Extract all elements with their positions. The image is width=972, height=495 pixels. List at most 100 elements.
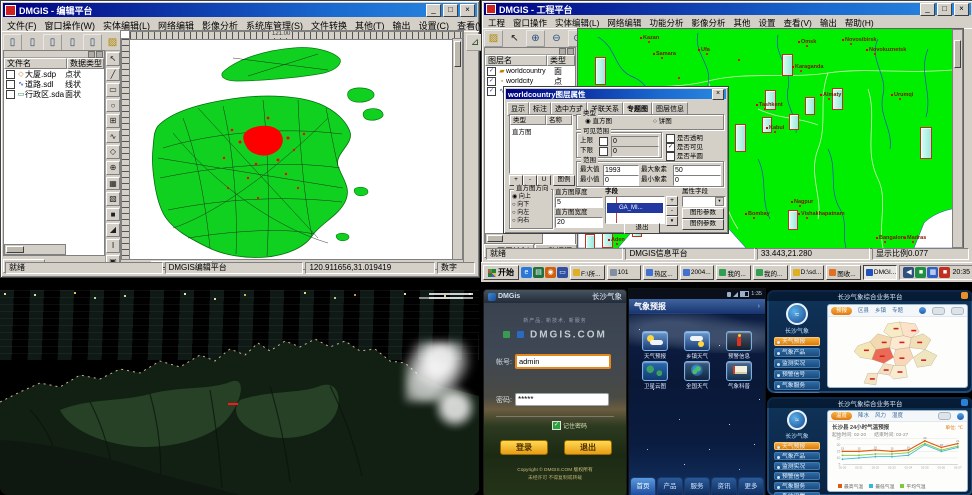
legend-button[interactable]: 图例 <box>553 175 575 186</box>
layer-control[interactable] <box>951 307 964 315</box>
hatch-icon[interactable]: ▧ <box>106 192 120 206</box>
dialog-title-bar[interactable]: worldcountry图层属性 × <box>506 89 726 99</box>
menu-item[interactable]: 设置 <box>754 17 779 29</box>
app-weather-forecast[interactable]: 天气预报 <box>637 331 673 360</box>
app-warning-info[interactable]: 预警信息 <box>721 331 757 360</box>
field-selected-row[interactable]: GA_MI... <box>607 203 663 213</box>
legend-params-button[interactable]: 图例参数 <box>682 219 724 230</box>
app-town-weather[interactable]: 乡镇天气 <box>679 331 715 360</box>
select-arrow-icon[interactable]: ↖ <box>106 52 120 66</box>
terrain-3d-view[interactable] <box>0 290 479 495</box>
locate-button[interactable] <box>919 307 926 314</box>
close-file-icon[interactable]: ▯ <box>43 34 62 51</box>
visible-option[interactable]: ✓ 是否可见 <box>666 143 703 152</box>
import-file-icon[interactable]: ▯ <box>63 34 82 51</box>
taskbar-button[interactable]: 图收... <box>826 265 861 280</box>
min-input[interactable] <box>603 175 639 186</box>
taskbar-button[interactable]: 我的... <box>716 265 751 280</box>
sidebar-item-warning[interactable]: 预警信号 <box>774 472 820 480</box>
panel-close-icon[interactable] <box>96 51 103 58</box>
list-row-histogram[interactable]: 直方图 <box>510 125 572 137</box>
file-row[interactable]: ◇ 大厦.sdp 点状 <box>4 69 104 79</box>
taskbar-button-active[interactable]: DMGI... <box>863 265 898 280</box>
minimize-button[interactable]: _ <box>426 4 441 17</box>
fill-area-icon[interactable]: ▦ <box>106 177 120 191</box>
sidebar-item-warning[interactable]: 预警信号 <box>774 370 820 379</box>
taskbar-button[interactable]: D:\sd... <box>790 265 825 280</box>
maximize-button[interactable]: □ <box>443 4 458 17</box>
input-method-icon[interactable]: ■ <box>939 267 950 278</box>
checkbox-icon[interactable] <box>6 70 15 79</box>
map-vscrollbar[interactable] <box>452 38 463 260</box>
solid-icon[interactable]: ■ <box>106 208 120 222</box>
map-view-shanghai[interactable]: 121.00 <box>120 30 464 261</box>
tab-active[interactable]: 预报 <box>831 307 852 315</box>
minpx-input[interactable] <box>673 175 721 186</box>
mail-icon[interactable]: ▭ <box>557 267 568 278</box>
settings-icon[interactable] <box>961 292 968 299</box>
menu-item[interactable]: 文件(F) <box>3 19 41 32</box>
desktop-icon[interactable]: ▤ <box>533 267 544 278</box>
menu-item[interactable]: 工程 <box>484 17 509 29</box>
tab[interactable]: 专题 <box>892 307 903 315</box>
temperature-line-chart[interactable]: 51015202502-2002-2102-2202-2302-2402-250… <box>832 433 962 475</box>
zoom-out-icon[interactable]: ⊖ <box>547 30 566 47</box>
nav-home[interactable]: 首页 <box>630 477 656 495</box>
sidebar-item-observation[interactable]: 监测实况 <box>774 359 820 368</box>
thickness-input[interactable] <box>555 197 603 208</box>
wedge-icon[interactable]: ◢ <box>106 223 120 237</box>
menu-item[interactable]: 影像分析 <box>687 17 729 29</box>
menu-item[interactable]: 查看(V) <box>780 17 816 29</box>
title-bar[interactable]: DMGIS - 编辑平台 _ □ × <box>3 3 477 17</box>
text-tool-icon[interactable]: Ⅰ <box>106 239 120 253</box>
column-layername[interactable]: 图层名 <box>485 55 547 66</box>
upper-checkbox[interactable] <box>599 137 608 146</box>
login-button[interactable]: 登录 <box>500 440 548 455</box>
menu-item[interactable]: 窗口操作 <box>509 17 551 29</box>
refresh-button[interactable] <box>957 413 964 420</box>
new-file-icon[interactable]: ▯ <box>3 34 22 51</box>
radio-pie[interactable]: ○ 饼图 <box>653 118 672 126</box>
checkbox-checked-icon[interactable]: ✓ <box>487 67 496 76</box>
checkbox-checked-icon[interactable]: ✓ <box>487 87 496 96</box>
remember-checkbox[interactable]: ✓ <box>552 421 561 430</box>
menu-item[interactable]: 实体编辑(L) <box>551 17 603 29</box>
thematic-list[interactable]: 类型 名称 直方图 <box>509 114 573 174</box>
attr-field-dropdown[interactable]: ▼ <box>682 196 726 207</box>
map-vscrollbar[interactable] <box>952 29 963 248</box>
sidebar-item-products[interactable]: 气象产品 <box>774 348 820 357</box>
menu-item[interactable]: 输出 <box>816 17 841 29</box>
exit-button[interactable]: 退出 <box>564 440 612 455</box>
taskbar-button[interactable]: 101 <box>607 265 642 280</box>
taskbar-button[interactable]: 2004... <box>680 265 715 280</box>
chevron-right-icon[interactable]: › <box>758 303 760 310</box>
tab[interactable]: 区县 <box>858 307 869 315</box>
panel-hscrollbar[interactable] <box>485 233 543 244</box>
select-arrow-icon[interactable]: ↖ <box>505 30 524 47</box>
tab[interactable]: 降水 <box>858 412 869 420</box>
draw-point-icon[interactable]: ◇ <box>106 145 120 159</box>
nav-news[interactable]: 资讯 <box>711 477 737 495</box>
tab[interactable]: 乡镇 <box>875 307 886 315</box>
field-up-button[interactable]: + <box>666 196 678 206</box>
checkbox-checked-icon[interactable]: ✓ <box>487 77 496 86</box>
sidebar-item-products[interactable]: 气象产品 <box>774 452 820 460</box>
lower-value[interactable]: 0 <box>611 146 659 157</box>
account-input[interactable] <box>515 354 611 369</box>
field-drop-button[interactable]: ▼ <box>666 216 678 226</box>
close-button[interactable]: × <box>460 4 475 17</box>
file-row[interactable]: ∿ 道路.sdl 线状 <box>4 79 104 89</box>
start-button[interactable]: 开始 <box>483 265 519 280</box>
sidebar-item-forecast[interactable]: 天气预报 <box>774 442 820 450</box>
tab[interactable]: 风力 <box>875 412 886 420</box>
file-name[interactable]: 行政区.sda <box>25 89 65 100</box>
panel-hscrollbar[interactable] <box>4 244 66 255</box>
tab-active[interactable]: 温度 <box>831 412 852 420</box>
sidebar-item-service[interactable]: 气象服务 <box>774 482 820 490</box>
panel-close-icon[interactable] <box>567 48 574 55</box>
layer-name[interactable]: worldcity <box>506 78 554 85</box>
draw-polyline-icon[interactable]: ╱ <box>106 68 120 82</box>
nav-products[interactable]: 产品 <box>657 477 683 495</box>
draw-circle-icon[interactable]: ○ <box>106 99 120 113</box>
file-row[interactable]: ▭ 行政区.sda 面状 <box>4 89 104 99</box>
